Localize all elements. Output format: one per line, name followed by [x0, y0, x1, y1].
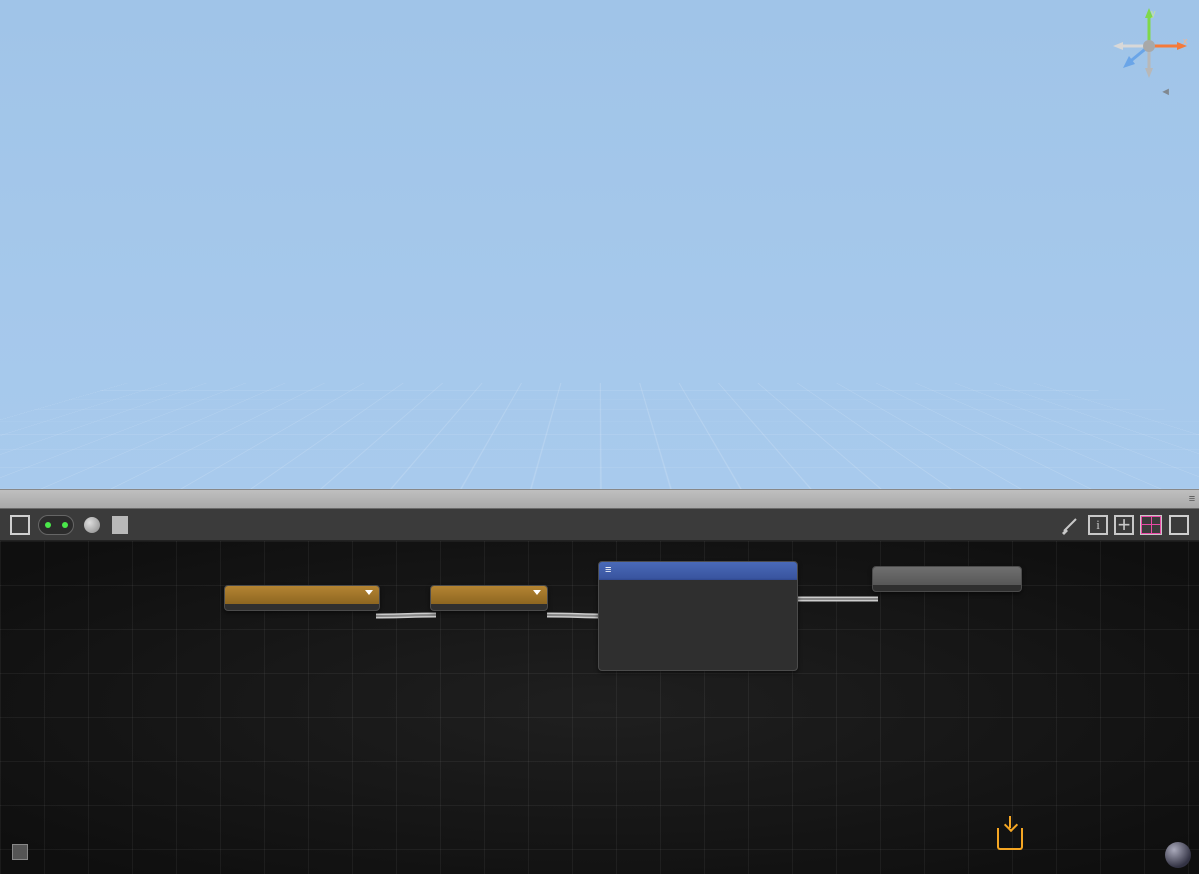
shader-editor-toolbar: i + [0, 509, 1199, 541]
node-output-master[interactable] [872, 566, 1022, 592]
add-icon[interactable]: + [1114, 515, 1134, 535]
node-header[interactable]: ≡ [599, 562, 797, 578]
textured-plane [424, 278, 774, 415]
scene-viewport[interactable]: y x [0, 0, 1199, 489]
axis-x-label: x [1183, 36, 1188, 46]
axis-gizmo[interactable]: y x [1109, 6, 1189, 86]
node-texture-coordinates[interactable] [224, 585, 380, 611]
material-sphere-icon [1165, 842, 1191, 868]
tab-strip: ≡ [0, 489, 1199, 509]
projection-label[interactable] [1160, 86, 1171, 98]
toolbar-box-right[interactable] [1169, 515, 1189, 535]
menu-icon[interactable]: ≡ [605, 564, 611, 576]
shader-label-overlay [12, 842, 34, 868]
live-toggle[interactable] [38, 515, 74, 535]
doc-icon[interactable] [112, 516, 128, 534]
shader-box-icon [12, 844, 28, 860]
info-icon[interactable]: i [1088, 515, 1108, 535]
dropdown-icon[interactable] [365, 590, 373, 595]
node-header[interactable] [431, 586, 547, 604]
preview-sphere-icon[interactable] [84, 517, 100, 533]
material-label-overlay [1157, 842, 1191, 868]
cleanup-icon[interactable] [1058, 514, 1082, 536]
toolbar-box-left[interactable] [10, 515, 30, 535]
node-panner[interactable] [430, 585, 548, 611]
grid-icon[interactable] [1140, 515, 1162, 535]
dropdown-icon[interactable] [533, 590, 541, 595]
save-icon[interactable] [997, 828, 1023, 850]
texture-preview[interactable] [613, 582, 703, 668]
tab-menu-icon[interactable]: ≡ [1185, 493, 1199, 505]
node-texture-sample[interactable]: ≡ [598, 561, 798, 671]
node-header[interactable] [225, 586, 379, 604]
axis-y-label: y [1151, 8, 1156, 18]
node-header[interactable] [873, 567, 1021, 585]
node-graph-canvas[interactable]: ≡ [0, 541, 1199, 874]
